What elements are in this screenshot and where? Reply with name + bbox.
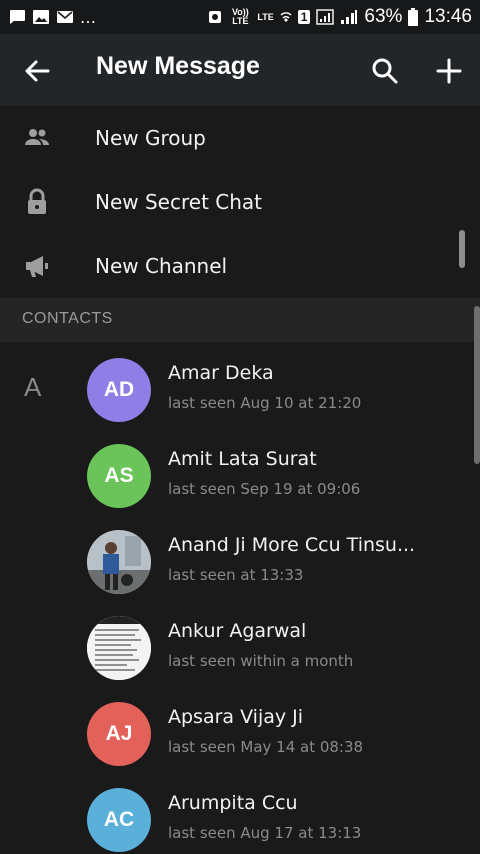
arrow-left-icon[interactable] — [22, 56, 52, 86]
new-channel-label: New Channel — [95, 254, 228, 278]
sim-badge: 1 — [297, 10, 311, 24]
lte-label: LTE — [257, 11, 274, 22]
avatar-photo — [87, 616, 151, 680]
alarm-icon — [209, 11, 222, 23]
contact-name: Ankur Agarwal — [168, 620, 307, 642]
contact-status: last seen Sep 19 at 09:06 — [168, 480, 361, 498]
gallery-notification-icon — [33, 10, 49, 24]
new-group-row[interactable]: New Group — [0, 106, 480, 170]
wifi-icon — [280, 12, 292, 22]
group-icon — [25, 129, 49, 145]
signal-icon-1 — [316, 9, 335, 25]
avatar-initials: AJ — [105, 722, 133, 745]
avatar: AC — [87, 788, 151, 852]
avatar-initials: AC — [103, 808, 135, 831]
contact-row[interactable]: Anand Ji More Ccu Tinsu... last seen at … — [0, 520, 480, 606]
contact-name: Anand Ji More Ccu Tinsu... — [168, 534, 416, 556]
new-group-label: New Group — [95, 126, 206, 150]
battery-icon — [408, 8, 419, 26]
contacts-header-label: CONTACTS — [22, 310, 113, 327]
fast-scroll-handle[interactable] — [474, 306, 480, 464]
scrollbar-thumb[interactable] — [459, 230, 465, 268]
contact-row[interactable]: AC Arumpita Ccu last seen Aug 17 at 13:1… — [0, 778, 480, 854]
contact-row[interactable]: Ankur Agarwal last seen within a month — [0, 606, 480, 692]
clock: 13:46 — [424, 6, 472, 27]
more-notifications-icon: … — [80, 7, 96, 27]
contact-name: Amit Lata Surat — [168, 448, 317, 470]
plus-icon[interactable] — [434, 56, 464, 86]
contact-status: last seen at 13:33 — [168, 566, 304, 584]
volte-label: Vo)) LTE — [231, 7, 249, 26]
mail-notification-icon — [57, 11, 73, 23]
contact-name: Arumpita Ccu — [168, 792, 298, 814]
chat-notification-icon — [10, 10, 25, 24]
new-channel-row[interactable]: New Channel — [0, 234, 480, 298]
contact-name: Apsara Vijay Ji — [168, 706, 304, 728]
notification-icons: … — [8, 8, 96, 27]
avatar: AD — [87, 358, 151, 422]
contact-row[interactable]: AD Amar Deka last seen Aug 10 at 21:20 — [0, 348, 480, 434]
contacts-section-header: CONTACTS — [0, 298, 480, 342]
new-secret-chat-label: New Secret Chat — [95, 190, 263, 214]
megaphone-icon — [26, 256, 48, 277]
contact-status: last seen May 14 at 08:38 — [168, 738, 364, 756]
system-icons: Vo)) LTE LTE 1 63% 13:46 — [207, 6, 472, 28]
signal-icon-2 — [341, 10, 358, 24]
contact-status: last seen Aug 10 at 21:20 — [168, 394, 362, 412]
lock-icon — [28, 188, 46, 214]
toolbar: New Message — [0, 34, 480, 106]
status-bar: … Vo)) LTE LTE 1 63% 13:46 — [0, 0, 480, 34]
contact-name: Amar Deka — [168, 362, 274, 384]
avatar: AS — [87, 444, 151, 508]
avatar: AJ — [87, 702, 151, 766]
person-photo-icon — [87, 530, 151, 594]
avatar-photo — [87, 530, 151, 594]
contact-row[interactable]: AS Amit Lata Surat last seen Sep 19 at 0… — [0, 434, 480, 520]
battery-percent: 63% — [364, 6, 403, 27]
contact-row[interactable]: AJ Apsara Vijay Ji last seen May 14 at 0… — [0, 692, 480, 778]
search-icon[interactable] — [370, 56, 400, 86]
avatar-initials: AS — [104, 464, 134, 487]
avatar-initials: AD — [103, 378, 135, 401]
document-photo-icon — [87, 616, 151, 680]
contact-list[interactable]: New Group New Secret Chat New Channel CO… — [0, 106, 480, 854]
contact-status: last seen Aug 17 at 13:13 — [168, 824, 362, 842]
page-title: New Message — [96, 52, 260, 80]
new-secret-chat-row[interactable]: New Secret Chat — [0, 170, 480, 234]
contact-status: last seen within a month — [168, 652, 354, 670]
